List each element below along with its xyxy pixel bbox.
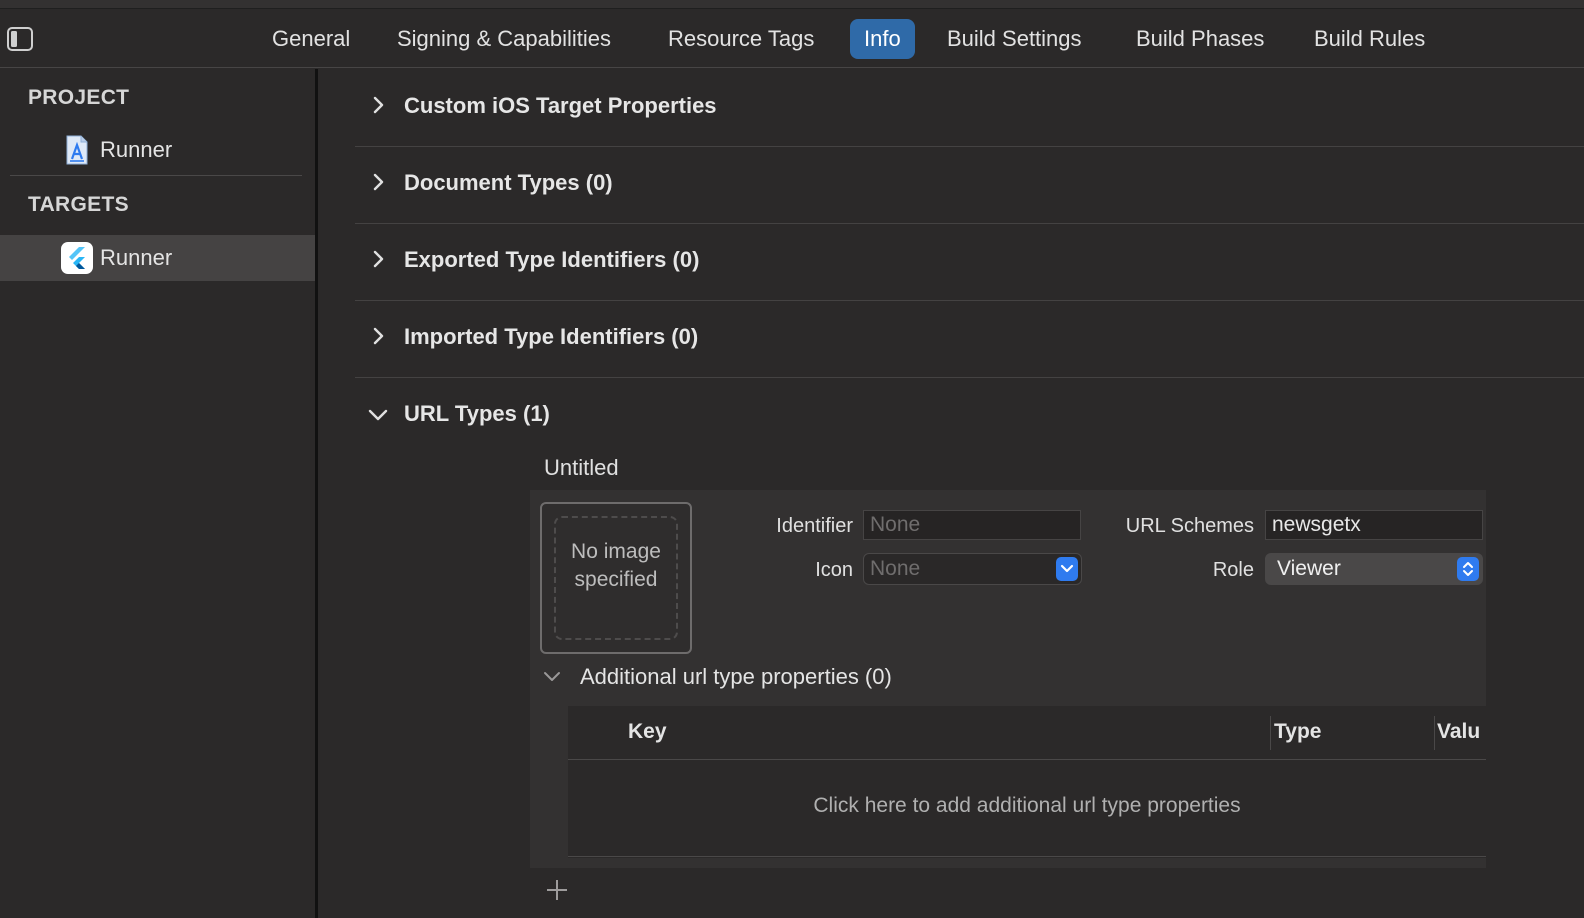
editor-tab-bar: General Signing & Capabilities Resource … [0,10,1584,68]
section-exported-type-identifiers[interactable]: Exported Type Identifiers (0) [355,223,1584,301]
url-schemes-label: URL Schemes [1125,515,1254,537]
section-title: URL Types (1) [404,401,550,426]
tab-build-phases[interactable]: Build Phases [1136,19,1264,59]
project-navigator-sidebar: PROJECT Runner TARGETS Runner [0,69,318,918]
chevron-down-icon[interactable] [542,669,562,685]
sidebar-item-label: Runner [100,137,173,162]
tab-info[interactable]: Info [850,19,915,59]
project-header: PROJECT [28,86,130,109]
sidebar-toggle-icon[interactable] [7,27,33,51]
section-title: Custom iOS Target Properties [404,93,717,118]
role-popup-value: Viewer [1277,557,1341,580]
additional-properties-title: Additional url type properties (0) [580,664,892,689]
tab-general[interactable]: General [272,19,350,59]
window-top-strip [0,0,1584,9]
icon-label: Icon [815,559,853,581]
column-separator[interactable] [1434,716,1435,750]
url-schemes-field[interactable]: newsgetx [1265,510,1483,540]
tab-build-settings[interactable]: Build Settings [947,19,1082,59]
chevron-down-icon[interactable] [367,405,389,425]
image-placeholder-text: No image specified [571,540,661,591]
identifier-field[interactable]: None [863,510,1081,540]
url-type-panel: No image specified Identifier None Icon … [530,490,1486,868]
info-editor: Custom iOS Target Properties Document Ty… [320,69,1584,918]
url-type-image-well[interactable]: No image specified [540,502,692,654]
additional-properties-table: Key Type Valu Click here to add addition… [568,706,1486,858]
section-custom-ios-target-properties[interactable]: Custom iOS Target Properties [355,69,1584,147]
tab-resource-tags[interactable]: Resource Tags [668,19,814,59]
chevron-right-icon[interactable] [369,249,389,269]
add-properties-placeholder[interactable]: Click here to add additional url type pr… [568,794,1486,818]
sidebar-item-label: Runner [100,245,173,270]
icon-popup[interactable]: None [863,553,1082,585]
icon-popup-value: None [870,557,921,580]
chevron-right-icon[interactable] [369,172,389,192]
section-title: Document Types (0) [404,170,613,195]
chevron-down-icon[interactable] [1056,557,1078,581]
url-type-entry-name[interactable]: Untitled [544,455,619,481]
xcode-project-icon [64,135,90,165]
section-document-types[interactable]: Document Types (0) [355,146,1584,224]
section-imported-type-identifiers[interactable]: Imported Type Identifiers (0) [355,300,1584,378]
table-header: Key Type Valu [568,706,1486,760]
chevron-right-icon[interactable] [369,95,389,115]
chevron-right-icon[interactable] [369,326,389,346]
role-label: Role [1212,559,1254,581]
tab-build-rules[interactable]: Build Rules [1314,19,1425,59]
sidebar-divider [10,175,302,176]
up-down-chevron-icon[interactable] [1457,557,1479,581]
flutter-app-icon [61,242,93,274]
role-popup[interactable]: Viewer [1265,553,1483,585]
tab-signing-capabilities[interactable]: Signing & Capabilities [397,19,611,59]
column-header-type[interactable]: Type [1274,720,1321,744]
identifier-label: Identifier [776,515,853,537]
sidebar-item-project-runner[interactable]: Runner [0,127,315,173]
targets-header: TARGETS [28,193,129,216]
section-url-types[interactable]: URL Types (1) [355,389,1584,439]
section-title: Imported Type Identifiers (0) [404,324,699,349]
table-bottom-border [568,856,1486,857]
section-title: Exported Type Identifiers (0) [404,247,700,272]
column-separator[interactable] [1270,716,1271,750]
column-header-value[interactable]: Valu [1437,720,1486,744]
add-url-type-plus-icon[interactable] [546,879,568,901]
sidebar-item-target-runner[interactable]: Runner [0,235,315,281]
column-header-key[interactable]: Key [628,720,667,744]
